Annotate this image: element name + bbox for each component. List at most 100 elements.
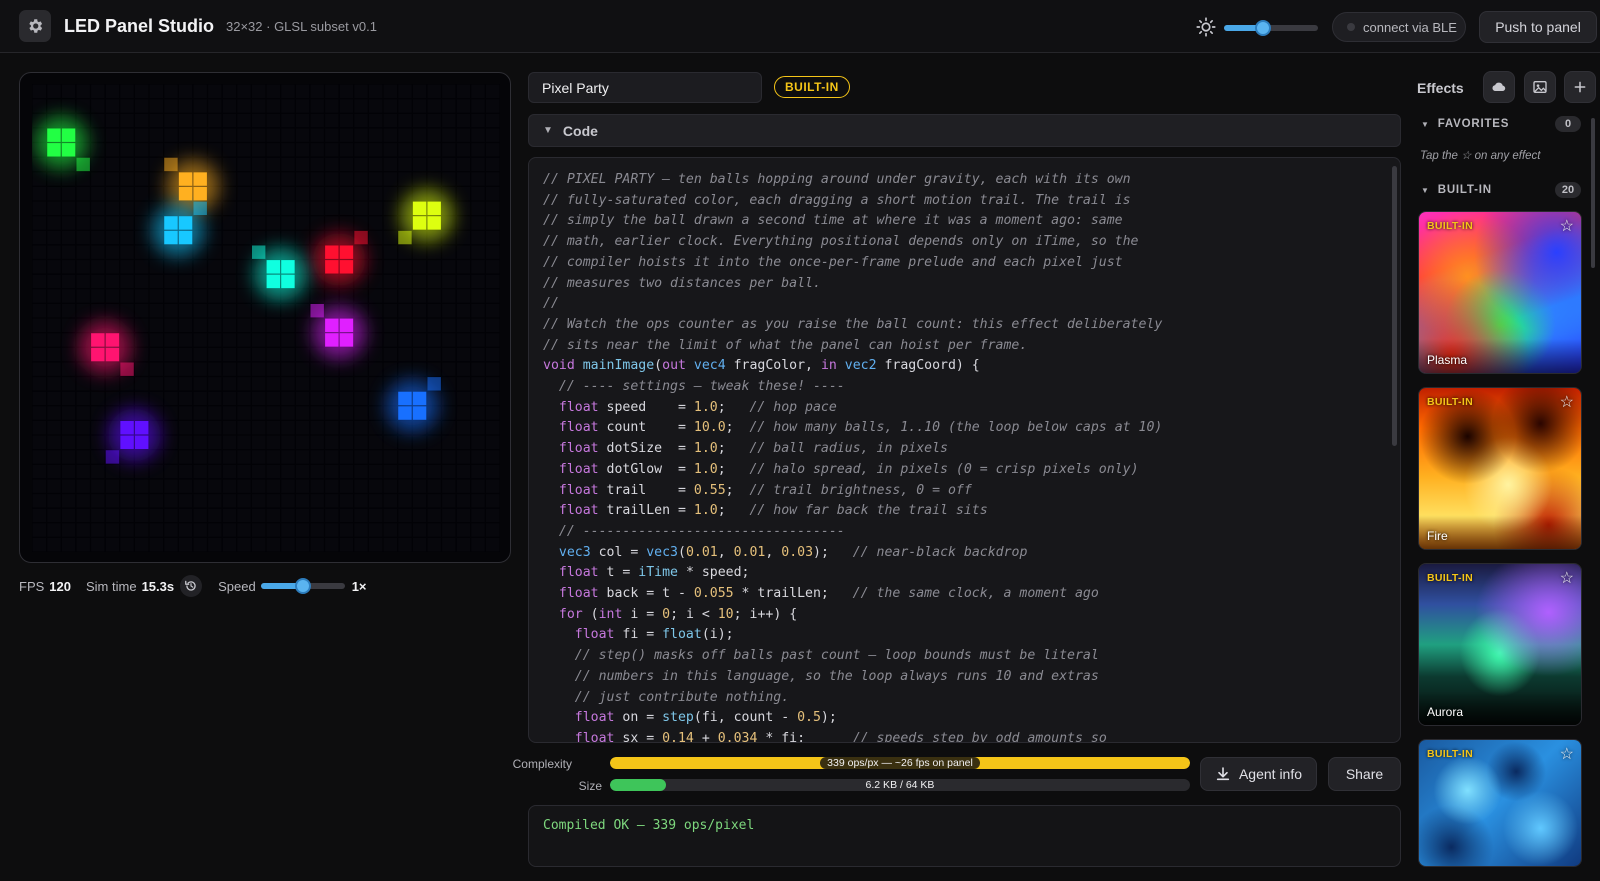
code-line: // sits near the limit of what the panel… bbox=[543, 337, 1028, 353]
card-name: Fire bbox=[1427, 529, 1448, 543]
trail-pixel bbox=[251, 245, 266, 259]
led-pixel bbox=[398, 406, 412, 420]
code-line: // just contribute nothing. bbox=[574, 689, 790, 705]
size-text: 6.2 KB / 64 KB bbox=[865, 779, 935, 791]
led-pixel bbox=[178, 216, 193, 230]
card-badge: BUILT-IN bbox=[1427, 396, 1473, 408]
led-pixel bbox=[105, 347, 120, 362]
led-pixel bbox=[339, 318, 354, 333]
complexity-text: 339 ops/px — ~26 fps on panel bbox=[820, 757, 980, 769]
speed-value: 1× bbox=[351, 578, 367, 594]
compile-console: Compiled OK — 339 ops/pixel bbox=[528, 805, 1401, 867]
effect-card-plasma[interactable]: BUILT-IN ☆ Plasma bbox=[1418, 211, 1582, 374]
led-pixel bbox=[412, 201, 427, 216]
add-effect-button[interactable] bbox=[1564, 71, 1596, 103]
reset-time-button[interactable] bbox=[180, 575, 203, 597]
led-pixel bbox=[325, 318, 339, 333]
trail-pixel bbox=[427, 377, 441, 391]
code-line: // compiler hoists it into the once-per-… bbox=[543, 254, 1123, 270]
led-pixel bbox=[178, 186, 193, 201]
code-editor[interactable]: // PIXEL PARTY — ten balls hopping aroun… bbox=[528, 157, 1401, 743]
effect-card-water[interactable]: BUILT-IN ☆ bbox=[1418, 739, 1582, 867]
code-line: // step() masks off balls past count — l… bbox=[574, 648, 1099, 664]
agent-info-button[interactable]: Agent info bbox=[1200, 757, 1317, 791]
push-to-panel-button[interactable]: Push to panel bbox=[1479, 11, 1597, 43]
cloud-icon bbox=[1492, 82, 1506, 92]
led-pixel bbox=[61, 143, 76, 157]
led-pixel bbox=[134, 435, 149, 450]
code-line: // Watch the ops counter as you raise th… bbox=[543, 316, 1163, 332]
led-pixel bbox=[427, 201, 441, 216]
star-icon[interactable]: ☆ bbox=[1560, 568, 1574, 588]
led-pixel bbox=[339, 260, 354, 274]
led-pixel bbox=[178, 230, 193, 245]
favorites-label: FAVORITES bbox=[1437, 118, 1510, 130]
led-pixel bbox=[47, 143, 61, 157]
settings-button[interactable] bbox=[19, 10, 51, 42]
trail-pixel bbox=[105, 450, 120, 464]
led-pixel bbox=[120, 435, 134, 450]
brightness-slider[interactable] bbox=[1224, 20, 1318, 36]
code-line: // measures two distances per ball. bbox=[543, 275, 821, 291]
code-section-toggle[interactable]: ▼ Code bbox=[528, 114, 1401, 147]
led-pixel bbox=[281, 274, 295, 289]
cloud-button[interactable] bbox=[1483, 71, 1515, 103]
code-line: for (int i = 0; i < 10; i++) { bbox=[558, 606, 798, 622]
code-line: // math, earlier clock. Everything posit… bbox=[543, 234, 1139, 250]
led-pixel bbox=[281, 260, 295, 274]
led-pixel bbox=[339, 245, 354, 259]
led-grid bbox=[32, 84, 500, 552]
led-pixel bbox=[178, 172, 193, 186]
code-text[interactable]: // PIXEL PARTY — ten balls hopping aroun… bbox=[543, 170, 1163, 743]
code-line: float back = t - 0.055 * trailLen; // th… bbox=[558, 586, 1099, 602]
led-pixel bbox=[120, 420, 134, 435]
code-scrollbar[interactable] bbox=[1392, 166, 1397, 446]
code-line: float count = 10.0; // how many balls, 1… bbox=[558, 420, 1163, 436]
led-pixel bbox=[398, 391, 412, 406]
sim-time-value: 15.3s bbox=[141, 578, 175, 594]
code-line: float trailLen = 1.0; // how far back th… bbox=[558, 503, 988, 519]
star-icon[interactable]: ☆ bbox=[1560, 744, 1574, 764]
agent-info-label: Agent info bbox=[1238, 766, 1303, 782]
effect-name-input[interactable] bbox=[528, 72, 762, 103]
code-line: // --------------------------------- bbox=[558, 523, 845, 539]
connection-status-dot bbox=[1347, 23, 1355, 31]
chevron-down-icon: ▼ bbox=[1421, 119, 1430, 129]
complexity-label: Complexity bbox=[512, 757, 572, 771]
led-pixel bbox=[164, 230, 178, 245]
led-pixel bbox=[266, 260, 281, 274]
code-line: float speed = 1.0; // hop pace bbox=[558, 399, 837, 415]
share-button[interactable]: Share bbox=[1328, 757, 1401, 791]
code-line: // fully-saturated color, each dragging … bbox=[543, 192, 1131, 208]
plus-icon bbox=[1574, 81, 1586, 93]
trail-pixel bbox=[164, 157, 178, 172]
image-button[interactable] bbox=[1524, 71, 1556, 103]
fps-label: FPS bbox=[19, 578, 45, 594]
led-pixel bbox=[339, 333, 354, 347]
code-line: // ---- settings — tweak these! ---- bbox=[558, 379, 845, 395]
led-pixel bbox=[325, 260, 339, 274]
effect-card-aurora[interactable]: BUILT-IN ☆ Aurora bbox=[1418, 563, 1582, 726]
star-icon[interactable]: ☆ bbox=[1560, 216, 1574, 236]
effect-card-fire[interactable]: BUILT-IN ☆ Fire bbox=[1418, 387, 1582, 550]
speed-label: Speed bbox=[218, 578, 256, 594]
favorites-count: 0 bbox=[1555, 116, 1581, 132]
led-pixel bbox=[91, 347, 105, 362]
star-icon[interactable]: ☆ bbox=[1560, 392, 1574, 412]
speed-thumb[interactable] bbox=[294, 578, 311, 594]
effects-scrollbar[interactable] bbox=[1591, 118, 1595, 268]
led-pixel bbox=[325, 333, 339, 347]
code-line: float sx = 0.14 + 0.034 * fi; // speeds … bbox=[574, 730, 1107, 743]
led-pixel bbox=[412, 406, 427, 420]
speed-slider[interactable] bbox=[260, 578, 345, 594]
code-line: float t = iTime * speed; bbox=[558, 565, 750, 581]
trail-pixel bbox=[354, 230, 368, 245]
code-line: void mainImage(out vec4 fragColor, in ve… bbox=[543, 358, 980, 374]
connect-ble-button[interactable]: connect via BLE bbox=[1332, 12, 1466, 42]
favorites-section-toggle[interactable]: ▼ FAVORITES 0 bbox=[1421, 115, 1581, 133]
brightness-thumb[interactable] bbox=[1255, 20, 1272, 36]
card-badge: BUILT-IN bbox=[1427, 748, 1473, 760]
reset-icon bbox=[185, 580, 196, 591]
built-in-section-toggle[interactable]: ▼ BUILT-IN 20 bbox=[1421, 181, 1581, 199]
code-line: // PIXEL PARTY — ten balls hopping aroun… bbox=[543, 172, 1131, 187]
